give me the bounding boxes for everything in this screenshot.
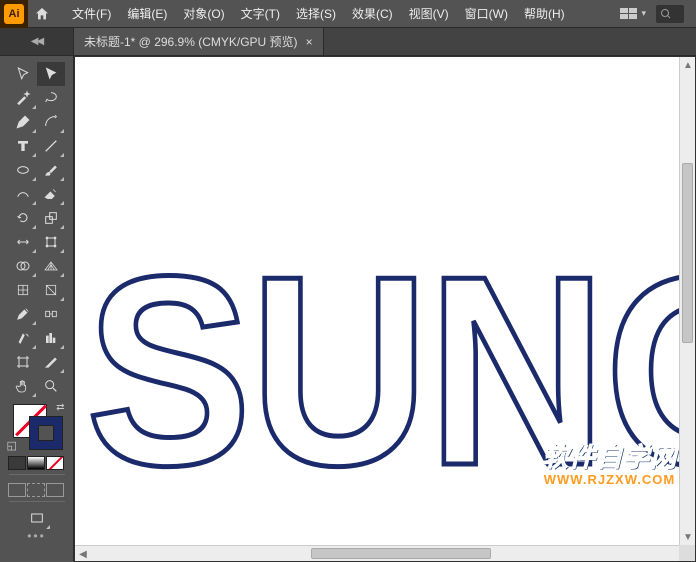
document-tabbar: 未标题-1* @ 296.9% (CMYK/GPU 预览) × (74, 28, 696, 56)
app-logo: Ai (0, 0, 28, 28)
menubar: 文件(F) 编辑(E) 对象(O) 文字(T) 选择(S) 效果(C) 视图(V… (64, 0, 573, 27)
draw-behind[interactable] (27, 483, 45, 497)
magic-wand-tool[interactable] (9, 86, 37, 110)
column-graph-tool[interactable] (37, 326, 65, 350)
edit-toolbar-icon[interactable]: ••• (27, 532, 46, 540)
scroll-left-arrow-icon[interactable]: ◀ (75, 546, 91, 562)
top-menu-bar: Ai 文件(F) 编辑(E) 对象(O) 文字(T) 选择(S) 效果(C) 视… (0, 0, 696, 28)
separator (9, 501, 65, 502)
eraser-tool[interactable] (37, 182, 65, 206)
draw-inside[interactable] (46, 483, 64, 497)
gradient-tool[interactable] (37, 278, 65, 302)
menu-type[interactable]: 文字(T) (233, 0, 288, 27)
perspective-grid-tool[interactable] (37, 254, 65, 278)
menu-object[interactable]: 对象(O) (175, 0, 232, 27)
rotate-tool[interactable] (9, 206, 37, 230)
workspace-switcher-icon[interactable] (620, 8, 637, 19)
shape-builder-tool[interactable] (9, 254, 37, 278)
shaper-tool[interactable] (9, 182, 37, 206)
scroll-down-arrow-icon[interactable]: ▼ (680, 529, 696, 545)
home-icon[interactable] (28, 0, 56, 28)
separator (9, 474, 65, 475)
horizontal-scroll-thumb[interactable] (311, 548, 491, 559)
menu-help[interactable]: 帮助(H) (516, 0, 573, 27)
watermark-url: WWW.RJZXW.COM (542, 472, 677, 487)
close-tab-icon[interactable]: × (306, 35, 313, 49)
watermark-title: 软件自学网 (542, 437, 677, 474)
horizontal-scroll-track[interactable] (91, 546, 663, 561)
curvature-tool[interactable] (37, 110, 65, 134)
direct-selection-tool[interactable] (37, 62, 65, 86)
watermark: 软件自学网 WWW.RJZXW.COM (542, 437, 677, 487)
artboard-tool[interactable] (9, 350, 37, 374)
menu-file[interactable]: 文件(F) (64, 0, 119, 27)
stroke-inner-hole (38, 425, 54, 441)
horizontal-scrollbar[interactable]: ◀ ▶ (75, 545, 679, 561)
document-tab[interactable]: 未标题-1* @ 296.9% (CMYK/GPU 预览) × (74, 28, 324, 55)
scroll-corner (679, 545, 695, 561)
lasso-tool[interactable] (37, 86, 65, 110)
scroll-up-arrow-icon[interactable]: ▲ (680, 57, 696, 73)
blend-tool[interactable] (37, 302, 65, 326)
selection-tool[interactable] (9, 62, 37, 86)
pen-tool[interactable] (9, 110, 37, 134)
color-mode-row (8, 456, 65, 470)
menu-view[interactable]: 视图(V) (401, 0, 457, 27)
color-mode-none[interactable] (46, 456, 64, 470)
symbol-sprayer-tool[interactable] (9, 326, 37, 350)
workspace: ⇄ ◱ ••• SUNG 软件自学网 WWW.RJZXW.COM (0, 56, 696, 562)
vertical-scroll-thumb[interactable] (682, 163, 693, 343)
screen-mode-area (23, 506, 51, 530)
type-tool[interactable] (9, 134, 37, 158)
chevron-down-icon[interactable]: ▾ (641, 8, 646, 19)
slice-tool[interactable] (37, 350, 65, 374)
draw-mode-row (8, 483, 65, 497)
fill-stroke-section: ⇄ ◱ (9, 402, 65, 450)
width-tool[interactable] (9, 230, 37, 254)
tool-grid (9, 62, 65, 398)
hand-tool[interactable] (9, 374, 37, 398)
line-segment-tool[interactable] (37, 134, 65, 158)
zoom-tool[interactable] (37, 374, 65, 398)
collapse-chevrons-icon: ◀◀ (31, 36, 42, 47)
eyedropper-tool[interactable] (9, 302, 37, 326)
default-fill-stroke-icon[interactable]: ◱ (7, 439, 17, 452)
canvas-content: SUNG 软件自学网 WWW.RJZXW.COM (75, 57, 695, 561)
menu-edit[interactable]: 编辑(E) (119, 0, 175, 27)
tabbar-row: ◀◀ 未标题-1* @ 296.9% (CMYK/GPU 预览) × (0, 28, 696, 56)
app-logo-text: Ai (4, 4, 24, 24)
search-input[interactable] (656, 5, 684, 23)
swap-fill-stroke-icon[interactable]: ⇄ (56, 402, 64, 413)
screen-mode-button[interactable] (23, 506, 51, 530)
tool-panel-header[interactable]: ◀◀ (0, 28, 74, 56)
color-mode-gradient[interactable] (27, 456, 45, 470)
top-right-controls: ▾ (620, 5, 696, 23)
mesh-tool[interactable] (9, 278, 37, 302)
menu-window[interactable]: 窗口(W) (457, 0, 516, 27)
color-mode-solid[interactable] (8, 456, 26, 470)
menu-select[interactable]: 选择(S) (288, 0, 344, 27)
scale-tool[interactable] (37, 206, 65, 230)
canvas[interactable]: SUNG 软件自学网 WWW.RJZXW.COM ▲ ▼ ◀ ▶ (74, 56, 696, 562)
stroke-color-swatch[interactable] (29, 416, 63, 450)
menu-effect[interactable]: 效果(C) (344, 0, 401, 27)
vertical-scrollbar[interactable]: ▲ ▼ (679, 57, 695, 545)
tool-panel: ⇄ ◱ ••• (0, 56, 74, 562)
draw-normal[interactable] (8, 483, 26, 497)
document-tab-title: 未标题-1* @ 296.9% (CMYK/GPU 预览) (84, 33, 298, 50)
paintbrush-tool[interactable] (37, 158, 65, 182)
free-transform-tool[interactable] (37, 230, 65, 254)
ellipse-tool[interactable] (9, 158, 37, 182)
vertical-scroll-track[interactable] (680, 73, 695, 529)
